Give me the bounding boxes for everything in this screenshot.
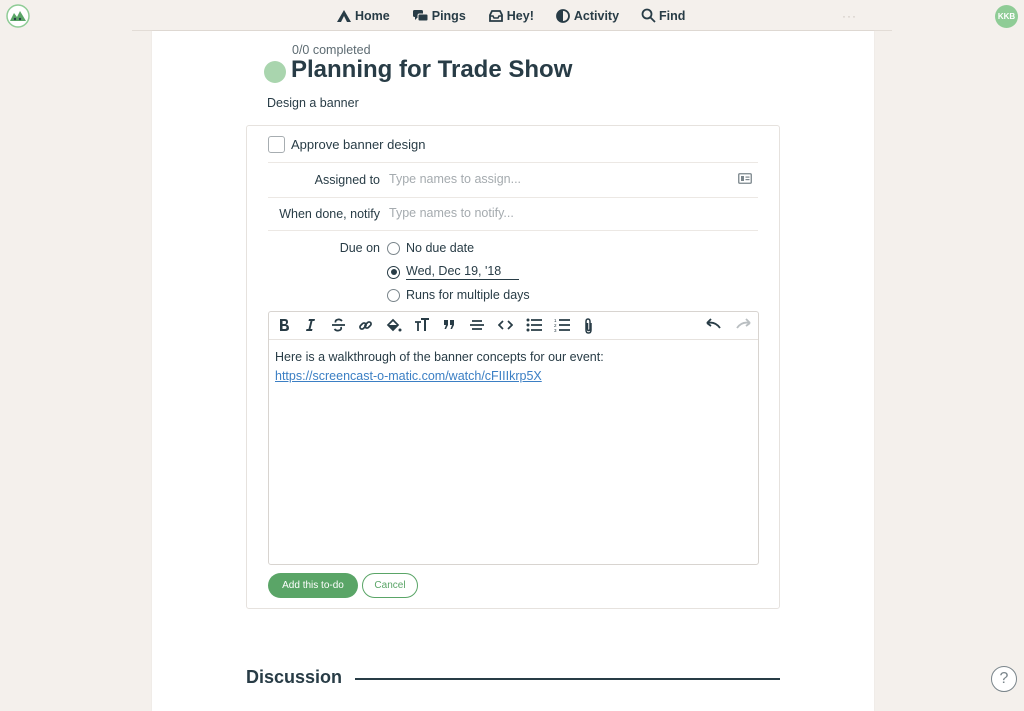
nav-hey[interactable]: Hey! [488,9,534,23]
top-navigation: Home Pings Hey! Activity Find ··· KKB [0,0,1024,31]
bullet-list-icon[interactable] [526,318,543,332]
address-card-icon[interactable] [738,173,752,184]
redo-icon[interactable] [735,318,751,330]
search-icon [641,8,656,23]
activity-icon [555,8,570,23]
nav-home[interactable]: Home [336,9,390,23]
radio-multiple-days[interactable] [387,288,400,302]
nav-pings[interactable]: Pings [412,9,466,23]
code-icon[interactable] [498,318,513,332]
divider-icon[interactable] [469,318,485,332]
main-nav: Home Pings Hey! Activity Find [336,0,707,31]
svg-text:3: 3 [554,328,557,332]
nav-find[interactable]: Find [641,8,685,23]
hey-icon [488,9,503,22]
progress-pie-icon [264,61,286,83]
assigned-input[interactable] [389,172,729,186]
discussion-heading: Discussion [246,667,343,687]
cancel-button[interactable]: Cancel [362,573,418,598]
undo-icon[interactable] [706,318,722,330]
quote-icon[interactable] [443,318,456,332]
nav-find-label: Find [659,8,686,23]
italic-icon[interactable] [304,318,316,332]
link-icon[interactable] [358,318,373,333]
home-icon [337,9,351,22]
list-description: Design a banner [267,96,359,110]
add-todo-button[interactable]: Add this to-do [268,573,358,598]
new-todo-form: Approve banner design Assigned to When d… [246,125,780,609]
editor-content[interactable]: Here is a walkthrough of the banner conc… [275,348,604,386]
discussion-divider [355,678,780,680]
strikethrough-icon[interactable] [331,318,346,332]
todo-checkbox[interactable] [268,136,285,153]
nav-activity[interactable]: Activity [555,8,620,23]
due-option-label: Runs for multiple days [406,288,530,302]
numbered-list-icon[interactable]: 123 [554,318,571,332]
attachment-icon[interactable] [583,318,594,334]
logo-icon[interactable] [6,4,30,28]
due-date-input[interactable]: Wed, Dec 19, '18 [406,264,520,280]
help-button[interactable]: ? [991,666,1017,692]
todolist-card: 0/0 completed Planning for Trade Show De… [152,31,874,711]
due-option-date[interactable]: Wed, Dec 19, '18 [387,264,520,280]
due-option-multiple[interactable]: Runs for multiple days [387,288,530,302]
editor-toolbar: 123 [269,312,758,340]
page-title[interactable]: Planning for Trade Show [291,56,572,84]
radio-no-due-date[interactable] [387,241,400,255]
editor-link[interactable]: https://screencast-o-matic.com/watch/cFI… [275,369,542,383]
progress-text: 0/0 completed [292,43,371,57]
nav-home-label: Home [355,8,390,23]
more-menu[interactable]: ··· [842,9,857,23]
notify-label: When done, notify [279,207,380,221]
pings-icon [412,9,429,21]
nav-activity-label: Activity [573,8,620,23]
notes-editor[interactable]: 123 Here is a walkthrough of the banner … [268,311,759,565]
notify-input[interactable] [389,206,729,220]
due-option-none[interactable]: No due date [387,241,474,255]
nav-hey-label: Hey! [506,8,534,23]
text-size-icon[interactable] [414,318,430,332]
radio-specific-date[interactable] [387,265,400,279]
due-option-label: No due date [406,241,475,255]
due-label: Due on [339,241,380,255]
nav-pings-label: Pings [431,8,466,23]
editor-text: Here is a walkthrough of the banner conc… [275,350,604,364]
bold-icon[interactable] [278,318,290,332]
highlight-icon[interactable] [386,318,402,333]
assigned-label: Assigned to [314,173,380,187]
avatar[interactable]: KKB [995,5,1018,28]
todo-title-input[interactable]: Approve banner design [291,137,425,152]
